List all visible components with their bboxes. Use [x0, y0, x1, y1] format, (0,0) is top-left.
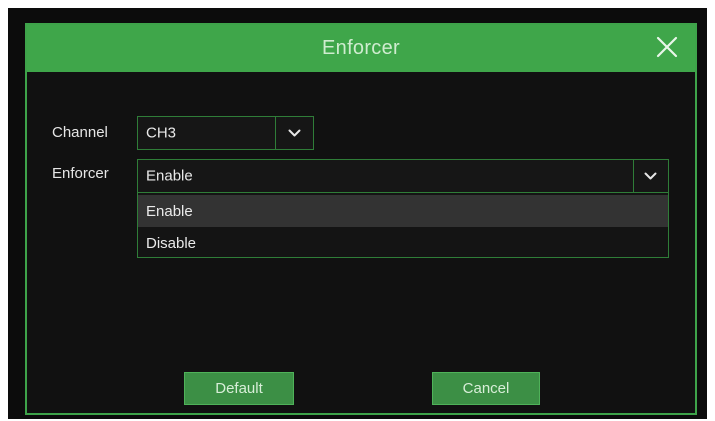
channel-select-value: CH3	[146, 124, 177, 142]
close-icon[interactable]	[655, 35, 679, 59]
channel-label: Channel	[52, 124, 108, 141]
cancel-button[interactable]: Cancel	[432, 372, 540, 405]
enforcer-dropdown-list: Enable Disable	[137, 193, 669, 258]
channel-select[interactable]: CH3	[137, 116, 314, 150]
enforcer-label: Enforcer	[52, 165, 109, 182]
dropdown-option-disable[interactable]: Disable	[138, 227, 668, 259]
enforcer-dialog: Enforcer Channel CH3 Enforcer Enable Ena…	[25, 23, 697, 415]
chevron-down-icon[interactable]	[632, 160, 668, 192]
dialog-titlebar: Enforcer	[27, 25, 695, 72]
enforcer-select-value: Enable	[146, 167, 193, 185]
default-button[interactable]: Default	[184, 372, 294, 405]
chevron-down-icon[interactable]	[275, 117, 313, 149]
enforcer-select[interactable]: Enable	[137, 159, 669, 193]
dropdown-option-enable[interactable]: Enable	[138, 195, 668, 227]
dialog-title: Enforcer	[322, 37, 400, 59]
screen-frame: Enforcer Channel CH3 Enforcer Enable Ena…	[8, 8, 707, 419]
